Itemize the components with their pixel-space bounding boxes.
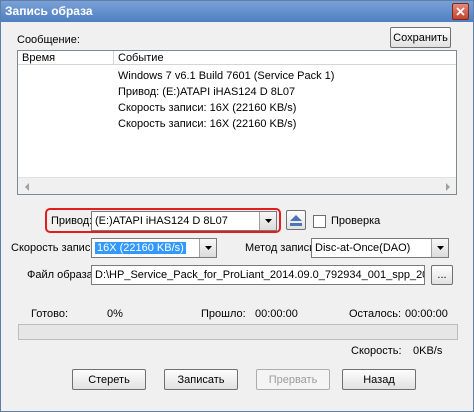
title-bar[interactable]: Запись образа (1, 1, 473, 22)
message-log[interactable]: Время Событие Windows 7 v6.1 Build 7601 … (17, 50, 457, 195)
scroll-left-icon[interactable] (18, 179, 35, 194)
speed-label: Скорость записи: (11, 242, 100, 254)
message-label: Сообщение: (17, 34, 80, 46)
burn-image-dialog: Запись образа Сообщение: Сохранить Время… (0, 0, 474, 412)
done-value: 0% (107, 308, 123, 320)
window-title: Запись образа (5, 4, 93, 18)
log-row: Скорость записи: 16X (22160 KB/s) (118, 102, 297, 114)
done-label: Готово: (31, 308, 69, 320)
verify-checkbox[interactable] (313, 215, 326, 228)
eject-button[interactable] (286, 210, 306, 230)
elapsed-value: 00:00:00 (255, 308, 298, 320)
chevron-down-icon[interactable] (259, 212, 276, 230)
drive-select[interactable]: (E:)ATAPI iHAS124 D 8L07 (91, 211, 277, 231)
abort-button[interactable]: Прервать (256, 369, 330, 390)
back-button[interactable]: Назад (342, 369, 416, 390)
chevron-down-icon[interactable] (199, 239, 216, 257)
burn-button[interactable]: Записать (164, 369, 238, 390)
speed-status-value: 0KB/s (413, 345, 443, 357)
eject-icon (290, 214, 302, 226)
method-value: Disc-at-Once(DAO) (315, 242, 411, 254)
image-file-label: Файл образа: (27, 269, 96, 281)
verify-label: Проверка (331, 215, 381, 227)
browse-button[interactable]: ... (431, 265, 453, 285)
image-file-input[interactable]: D:\HP_Service_Pack_for_ProLiant_2014.09.… (91, 265, 425, 285)
speed-status-label: Скорость: (351, 345, 402, 357)
remaining-label: Осталось: (349, 308, 402, 320)
scroll-right-icon[interactable] (439, 179, 456, 194)
horizontal-scrollbar[interactable] (18, 177, 456, 194)
column-header-time[interactable]: Время (18, 51, 114, 65)
speed-select[interactable]: 16X (22160 KB/s) (91, 238, 217, 258)
chevron-down-icon[interactable] (431, 239, 448, 257)
log-row: Привод: (E:)ATAPI iHAS124 D 8L07 (118, 86, 296, 98)
method-label: Метод записи: (245, 242, 319, 254)
elapsed-label: Прошло: (201, 308, 246, 320)
progress-bar (18, 324, 458, 340)
log-row: Скорость записи: 16X (22160 KB/s) (118, 118, 297, 130)
speed-value: 16X (22160 KB/s) (95, 242, 186, 254)
column-header-event[interactable]: Событие (114, 51, 456, 65)
drive-label: Привод: (51, 215, 93, 227)
close-button[interactable] (452, 3, 469, 20)
log-row: Windows 7 v6.1 Build 7601 (Service Pack … (118, 70, 335, 82)
remaining-value: 00:00:00 (405, 308, 448, 320)
log-header: Время Событие (18, 51, 456, 65)
save-log-button[interactable]: Сохранить (390, 27, 451, 48)
close-icon (456, 7, 465, 16)
log-rows: Windows 7 v6.1 Build 7601 (Service Pack … (118, 68, 334, 132)
erase-button[interactable]: Стереть (72, 369, 146, 390)
drive-value: (E:)ATAPI iHAS124 D 8L07 (95, 215, 228, 227)
method-select[interactable]: Disc-at-Once(DAO) (311, 238, 449, 258)
